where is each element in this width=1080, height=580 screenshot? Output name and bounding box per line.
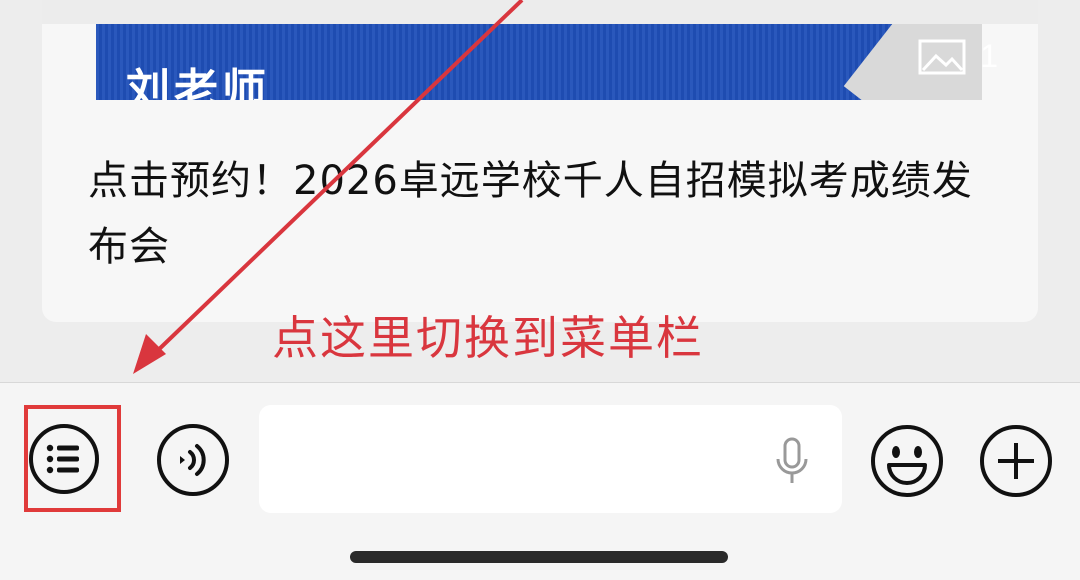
emoji-icon[interactable]: [869, 423, 945, 499]
article-title[interactable]: 点击预约！2026卓远学校千人自招模拟考成绩发布会: [88, 148, 1008, 280]
microphone-icon[interactable]: [771, 437, 813, 487]
banner-title: 刘老师: [126, 65, 270, 100]
image-count-badge: 1: [918, 38, 998, 75]
chat-toolbar: [0, 382, 1080, 580]
article-cover-image: 刘老师: [96, 24, 982, 100]
voice-icon[interactable]: [156, 423, 230, 497]
image-count: 1: [980, 38, 998, 74]
image-icon: [918, 39, 966, 74]
card-top-strip: [42, 0, 1038, 24]
home-indicator: [350, 551, 728, 563]
plus-icon[interactable]: [978, 423, 1054, 499]
annotation-text: 点这里切换到菜单栏: [272, 311, 704, 365]
article-card[interactable]: 刘老师 1 点击预约！2026卓远学校千人自招模拟考成绩发布会: [42, 0, 1038, 322]
menu-list-icon[interactable]: [28, 423, 100, 495]
message-input[interactable]: [259, 405, 842, 513]
